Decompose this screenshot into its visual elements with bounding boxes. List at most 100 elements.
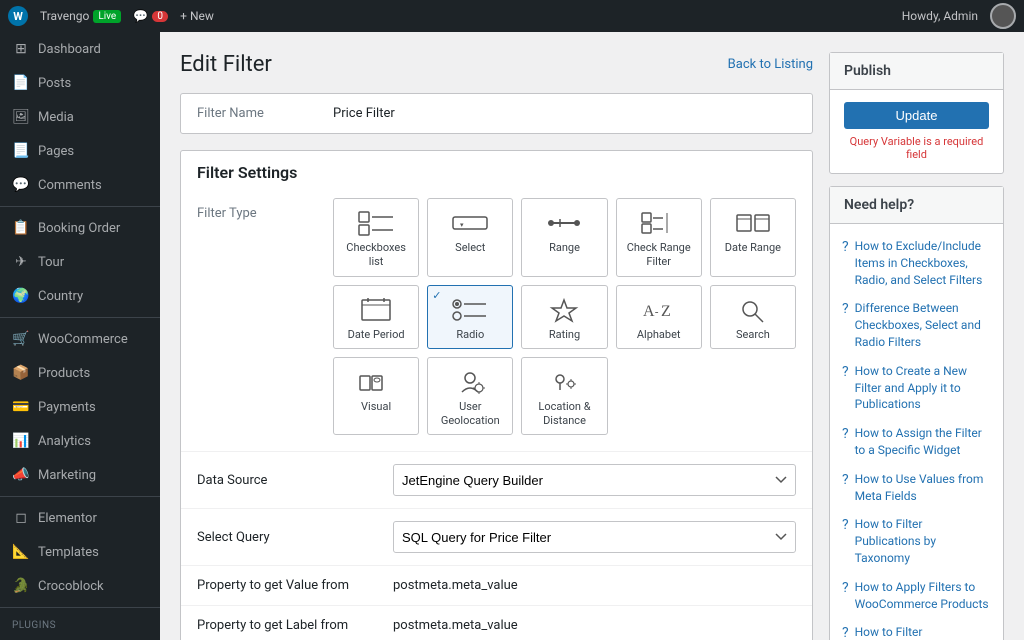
sidebar-item-comments[interactable]: 💬 Comments: [0, 168, 160, 202]
select-query-select[interactable]: SQL Query for Price Filter: [393, 521, 796, 553]
date-period-icon: [358, 296, 394, 324]
property-value-label: Property to get Value from: [197, 578, 377, 593]
help-item-2: ? How to Create a New Filter and Apply i…: [830, 357, 1003, 419]
help-item-7: ? How to Filter WooCommerce Products by …: [830, 618, 1003, 640]
radio-checkmark: ✓: [432, 289, 441, 302]
visual-label: Visual: [361, 400, 391, 414]
visual-icon: [358, 368, 394, 396]
sidebar-divider-2: [0, 317, 160, 318]
location-label: Location & Distance: [528, 400, 600, 429]
analytics-icon: 📊: [12, 432, 30, 450]
property-label-label: Property to get Label from: [197, 618, 377, 633]
search-type-icon: [735, 296, 771, 324]
help-icon-1: ?: [842, 301, 849, 317]
location-icon: [546, 368, 582, 396]
alphabet-icon: A-Z: [641, 296, 677, 324]
help-icon-5: ?: [842, 517, 849, 533]
avatar[interactable]: [990, 3, 1016, 29]
filter-type-search[interactable]: Search: [710, 285, 796, 349]
help-link-3[interactable]: How to Assign the Filter to a Specific W…: [855, 425, 991, 459]
help-link-1[interactable]: Difference Between Checkboxes, Select an…: [855, 300, 991, 350]
svg-text:A: A: [643, 303, 655, 320]
help-link-5[interactable]: How to Filter Publications by Taxonomy: [855, 516, 991, 566]
property-label-row: Property to get Label from postmeta.meta…: [181, 605, 812, 640]
alphabet-label: Alphabet: [637, 328, 681, 342]
sidebar-divider-4: [0, 607, 160, 608]
filter-type-date-range[interactable]: Date Range: [710, 198, 796, 277]
select-query-control: SQL Query for Price Filter: [393, 521, 796, 553]
check-range-label: Check Range Filter: [623, 241, 695, 270]
help-icon-0: ?: [842, 239, 849, 255]
right-panel: Publish Update Query Variable is a requi…: [829, 52, 1004, 620]
filter-type-alphabet[interactable]: A-Z Alphabet: [616, 285, 702, 349]
filter-type-checkboxes[interactable]: Checkboxes list: [333, 198, 419, 277]
data-source-label: Data Source: [197, 473, 377, 488]
site-name[interactable]: Travengo Live: [40, 9, 121, 23]
sidebar-item-products[interactable]: 📦 Products: [0, 356, 160, 390]
woo-icon: 🛒: [12, 330, 30, 348]
sidebar-item-media[interactable]: 🖼 Media: [0, 100, 160, 134]
comments-nav-icon: 💬: [12, 176, 30, 194]
back-to-listing-link[interactable]: Back to Listing: [728, 57, 813, 72]
filter-type-rating[interactable]: Rating: [521, 285, 607, 349]
help-link-0[interactable]: How to Exclude/Include Items in Checkbox…: [855, 238, 991, 288]
sidebar-item-pages[interactable]: 📃 Pages: [0, 134, 160, 168]
products-icon: 📦: [12, 364, 30, 382]
main-content: Edit Filter Back to Listing Filter Name …: [160, 32, 1024, 640]
help-item-6: ? How to Apply Filters to WooCommerce Pr…: [830, 573, 1003, 619]
sidebar-item-tour[interactable]: ✈ Tour: [0, 245, 160, 279]
sidebar-item-booking-order[interactable]: 📋 Booking Order: [0, 211, 160, 245]
new-button[interactable]: + New: [180, 9, 214, 23]
help-body: ? How to Exclude/Include Items in Checkb…: [830, 224, 1003, 640]
marketing-icon: 📣: [12, 466, 30, 484]
sidebar-item-elementor[interactable]: ◻ Elementor: [0, 501, 160, 535]
checkboxes-icon: [358, 209, 394, 237]
filter-type-range[interactable]: Range: [521, 198, 607, 277]
filter-name-value: Price Filter: [333, 106, 395, 121]
help-link-2[interactable]: How to Create a New Filter and Apply it …: [855, 363, 991, 413]
svg-text:▾: ▾: [460, 221, 464, 229]
required-text: Query Variable is a required field: [844, 135, 989, 161]
booking-icon: 📋: [12, 219, 30, 237]
filter-type-date-period[interactable]: Date Period: [333, 285, 419, 349]
select-label: Select: [455, 241, 485, 255]
property-value-control: postmeta.meta_value: [393, 578, 796, 593]
property-label-control: postmeta.meta_value: [393, 618, 796, 633]
sidebar-item-marketing[interactable]: 📣 Marketing: [0, 458, 160, 492]
publish-panel: Publish Update Query Variable is a requi…: [829, 52, 1004, 174]
help-icon-3: ?: [842, 426, 849, 442]
wp-logo[interactable]: W: [8, 6, 28, 26]
sidebar-item-templates[interactable]: 📐 Templates: [0, 535, 160, 569]
help-link-7[interactable]: How to Filter WooCommerce Products by At…: [855, 624, 991, 640]
filter-type-radio[interactable]: ✓ Radio: [427, 285, 513, 349]
filter-type-select[interactable]: ▾ Select: [427, 198, 513, 277]
help-item-0: ? How to Exclude/Include Items in Checkb…: [830, 232, 1003, 294]
date-range-label: Date Range: [725, 241, 781, 255]
data-source-select[interactable]: JetEngine Query Builder: [393, 464, 796, 496]
help-link-4[interactable]: How to Use Values from Meta Fields: [855, 471, 991, 505]
sidebar-item-crocoblock[interactable]: 🐊 Crocoblock: [0, 569, 160, 603]
layout: ⊞ Dashboard 📄 Posts 🖼 Media 📃 Pages 💬 Co…: [0, 32, 1024, 640]
tour-icon: ✈: [12, 253, 30, 271]
select-query-label: Select Query: [197, 530, 377, 545]
sidebar-item-posts[interactable]: 📄 Posts: [0, 66, 160, 100]
media-icon: 🖼: [12, 108, 30, 126]
sidebar-item-woocommerce[interactable]: 🛒 WooCommerce: [0, 322, 160, 356]
property-value-row: Property to get Value from postmeta.meta…: [181, 565, 812, 605]
filter-type-user-geo[interactable]: User Geolocation: [427, 357, 513, 436]
help-link-6[interactable]: How to Apply Filters to WooCommerce Prod…: [855, 579, 991, 613]
help-icon-6: ?: [842, 580, 849, 596]
sidebar-item-country[interactable]: 🌍 Country: [0, 279, 160, 313]
filter-type-visual[interactable]: Visual: [333, 357, 419, 436]
sidebar-item-jetengine[interactable]: ⚙ JetEngine: [0, 633, 160, 640]
sidebar-item-analytics[interactable]: 📊 Analytics: [0, 424, 160, 458]
date-period-label: Date Period: [348, 328, 405, 342]
dashboard-icon: ⊞: [12, 40, 30, 58]
sidebar-item-dashboard[interactable]: ⊞ Dashboard: [0, 32, 160, 66]
comments-icon[interactable]: 💬 0: [133, 9, 168, 23]
sidebar-item-payments[interactable]: 💳 Payments: [0, 390, 160, 424]
update-button[interactable]: Update: [844, 102, 989, 129]
filter-type-check-range[interactable]: Check Range Filter: [616, 198, 702, 277]
publish-header: Publish: [830, 53, 1003, 90]
filter-type-location[interactable]: Location & Distance: [521, 357, 607, 436]
